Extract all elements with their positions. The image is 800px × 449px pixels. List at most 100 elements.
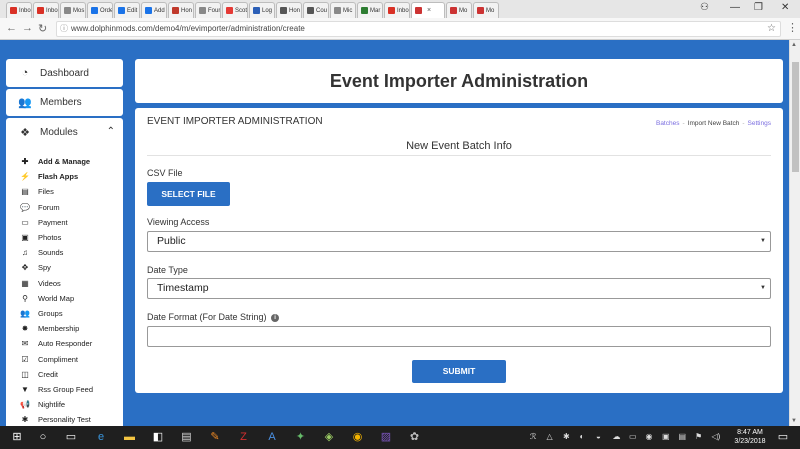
select-file-button[interactable]: SELECT FILE xyxy=(147,182,230,206)
sidebar-module-item[interactable]: ☑ Compliment xyxy=(20,351,93,366)
browser-tab[interactable]: Inbo xyxy=(384,2,410,18)
sidebar-module-item[interactable]: 💬 Forum xyxy=(20,200,93,215)
minimize-button[interactable]: — xyxy=(730,2,740,13)
browser-tab[interactable]: Scot xyxy=(222,2,248,18)
paint-icon[interactable]: ✎ xyxy=(208,430,222,444)
photo-viewer-icon[interactable]: ▨ xyxy=(379,430,393,444)
start-icon[interactable]: ⊞ xyxy=(10,430,24,444)
taskbar-clock[interactable]: 8:47 AM 3/23/2018 xyxy=(730,428,770,446)
notifications-icon[interactable]: ▭ xyxy=(776,430,790,444)
settings-link[interactable]: Settings xyxy=(748,120,772,127)
tray-icon[interactable]: ▣ xyxy=(662,432,670,441)
filezilla-icon[interactable]: Z xyxy=(237,430,251,444)
file-explorer-icon[interactable]: ▬ xyxy=(123,430,137,444)
browser-tab[interactable]: Log xyxy=(249,2,275,18)
profile-icon[interactable]: ⚇ xyxy=(700,2,709,13)
submit-button[interactable]: SUBMIT xyxy=(412,360,506,383)
notepad-plus-icon[interactable]: ◈ xyxy=(322,430,336,444)
sidebar-module-item[interactable]: ▣ Photos xyxy=(20,230,93,245)
scrollbar-thumb[interactable] xyxy=(792,62,799,172)
tray-icon[interactable]: ℛ xyxy=(530,432,536,441)
sidebar-module-item[interactable]: 📢 Nightlife xyxy=(20,397,93,412)
sidebar-module-item[interactable]: ♫ Sounds xyxy=(20,245,93,260)
sidebar-module-item[interactable]: ✥ Spy xyxy=(20,260,93,275)
browser-menu-icon[interactable]: ⋮ xyxy=(787,21,798,34)
browser-tab[interactable]: Mar xyxy=(357,2,383,18)
tray-icon[interactable]: ◉ xyxy=(646,432,653,441)
browser-tab[interactable]: Mos xyxy=(60,2,86,18)
browser-tab[interactable]: Inbo xyxy=(6,2,32,18)
bookmark-star-icon[interactable]: ☆ xyxy=(767,22,776,36)
page-scrollbar[interactable]: ▲ ▼ xyxy=(789,40,800,426)
tray-icon[interactable]: ◐ xyxy=(580,432,585,441)
forward-button[interactable]: → xyxy=(22,22,33,34)
sidebar-module-item[interactable]: ✚ Add & Manage xyxy=(20,154,93,169)
back-button[interactable]: ← xyxy=(6,22,17,34)
puzzle-icon[interactable]: ✦ xyxy=(294,430,308,444)
search-icon[interactable]: ○ xyxy=(36,430,50,444)
tray-icon[interactable]: ✱ xyxy=(563,432,570,441)
import-new-batch-link[interactable]: Import New Batch xyxy=(688,120,740,127)
certificate-icon: ✸ xyxy=(21,324,29,334)
tray-icon[interactable]: ☁ xyxy=(613,432,621,441)
sidebar-module-label: Add & Manage xyxy=(38,157,91,167)
browser-tab[interactable]: Four xyxy=(195,2,221,18)
browser-tab[interactable]: Mic xyxy=(330,2,356,18)
sidebar-module-item[interactable]: 👥 Groups xyxy=(20,306,93,321)
browser-tab[interactable]: Hon xyxy=(168,2,194,18)
tool-icon[interactable]: ✿ xyxy=(408,430,422,444)
browser-tab[interactable]: Orde xyxy=(87,2,113,18)
sidebar-module-item[interactable]: ▭ Payment xyxy=(20,215,93,230)
browser-tab[interactable]: Hon xyxy=(276,2,302,18)
browser-tab[interactable]: Cou xyxy=(303,2,329,18)
sidebar-module-item[interactable]: ▦ Videos xyxy=(20,276,93,291)
browser-tab[interactable]: Edit xyxy=(114,2,140,18)
viewing-access-select[interactable]: Public ▼ xyxy=(147,231,771,252)
sidebar-module-item[interactable]: ▤ Files xyxy=(20,184,93,199)
translate-icon[interactable]: A xyxy=(265,430,279,444)
sidebar-module-item[interactable]: ▼ Rss Group Feed xyxy=(20,382,93,397)
tray-icon[interactable]: ▭ xyxy=(629,432,637,441)
date-format-input[interactable] xyxy=(147,326,771,347)
sidebar-module-label: Payment xyxy=(38,217,68,227)
chrome-icon[interactable]: ◉ xyxy=(351,430,365,444)
browser-tab[interactable]: Add xyxy=(141,2,167,18)
date-type-label: Date Type xyxy=(147,265,188,275)
sidebar-item-members[interactable]: 👥 Members xyxy=(6,89,123,116)
sidebar-item-modules[interactable]: ❖ Modules xyxy=(18,126,78,139)
address-bar[interactable]: ⓘ www.dolphinmods.com/demo4/m/evimporter… xyxy=(56,21,781,37)
browser-tab[interactable]: Inbo xyxy=(33,2,59,18)
plus-icon: ✚ xyxy=(21,157,29,167)
tray-icon[interactable]: ▤ xyxy=(679,432,687,441)
sidebar-module-item[interactable]: ⚲ World Map xyxy=(20,291,93,306)
browser-tab-active[interactable]: × xyxy=(411,2,445,18)
sidebar-module-label: Compliment xyxy=(38,354,79,364)
info-icon[interactable]: ⓘ xyxy=(60,22,68,36)
notepad-icon[interactable]: ▤ xyxy=(180,430,194,444)
tray-icon[interactable]: ◒ xyxy=(596,432,601,441)
maximize-button[interactable]: ❐ xyxy=(754,2,763,13)
reload-button[interactable]: ↻ xyxy=(38,22,47,35)
browser-tab[interactable]: Mo xyxy=(446,2,472,18)
browser-tab[interactable]: Mo xyxy=(473,2,499,18)
chevron-up-icon[interactable]: ⌃ xyxy=(107,126,115,137)
sidebar-item-dashboard[interactable]: ◔ Dashboard xyxy=(6,59,123,87)
sidebar-module-item[interactable]: ◫ Credit xyxy=(20,367,93,382)
asterisk-icon: ✱ xyxy=(21,415,29,425)
sidebar-module-item[interactable]: ✸ Membership xyxy=(20,321,93,336)
close-tab-icon[interactable]: × xyxy=(427,7,431,14)
info-icon[interactable]: i xyxy=(271,313,280,322)
tray-icon[interactable]: △ xyxy=(547,432,553,441)
batches-link[interactable]: Batches xyxy=(656,120,680,127)
scroll-up-arrow-icon[interactable]: ▲ xyxy=(791,42,797,48)
sidebar-module-item[interactable]: ✉ Auto Responder xyxy=(20,336,93,351)
task-view-icon[interactable]: ▭ xyxy=(64,430,78,444)
scroll-down-arrow-icon[interactable]: ▼ xyxy=(791,418,797,424)
store-icon[interactable]: ◧ xyxy=(151,430,165,444)
sidebar-module-item[interactable]: ⚡ Flash Apps xyxy=(20,169,93,184)
tray-icon[interactable]: ⚑ xyxy=(695,432,702,441)
close-window-button[interactable]: ✕ xyxy=(781,2,789,13)
date-type-select[interactable]: Timestamp ▼ xyxy=(147,278,771,299)
edge-icon[interactable]: e xyxy=(94,430,108,444)
tray-icon[interactable]: ◁) xyxy=(712,432,721,441)
